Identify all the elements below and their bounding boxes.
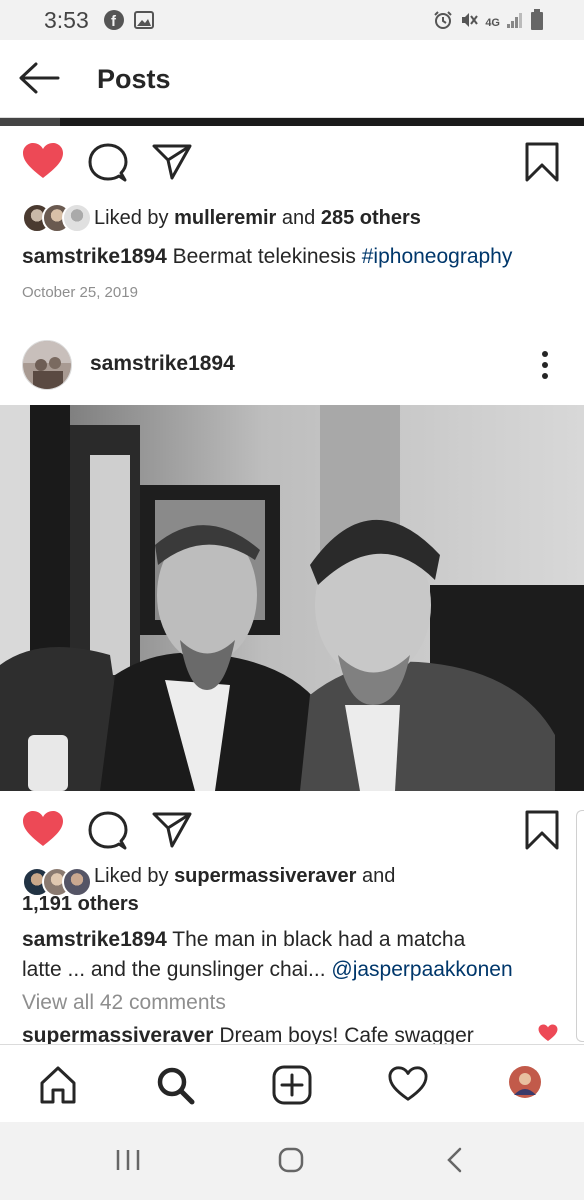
post2-action-row (0, 806, 584, 860)
recent-apps-button[interactable] (114, 1146, 142, 1179)
comment-username[interactable]: supermassiveraver (22, 1024, 213, 1044)
caption-username[interactable]: samstrike1894 (22, 928, 167, 951)
save-button[interactable] (524, 810, 560, 855)
add-post-icon (272, 1065, 312, 1105)
avatar[interactable] (22, 340, 72, 390)
heart-filled-icon (23, 143, 63, 178)
comment-icon (88, 811, 128, 850)
share-button[interactable] (152, 143, 192, 186)
system-nav-bar (0, 1122, 584, 1200)
caption-text: The man in black had a matcha (172, 928, 466, 951)
like-button[interactable] (22, 810, 64, 853)
back-arrow-icon (19, 62, 60, 94)
facebook-icon: f (104, 10, 124, 35)
view-all-comments-link[interactable]: View all 42 comments (22, 991, 226, 1015)
post1-action-row (0, 138, 584, 192)
previous-post-image (0, 118, 584, 126)
caption-username[interactable]: samstrike1894 (22, 245, 167, 268)
post2-header: samstrike1894 (0, 336, 584, 394)
avatar (62, 203, 92, 233)
direct-share-icon (152, 144, 192, 180)
liked-by-others[interactable]: 1,191 others (22, 893, 139, 915)
nav-activity[interactable] (388, 1065, 428, 1105)
back-system-button[interactable] (444, 1146, 466, 1179)
comment-text: Dream boys! Cafe swagger (219, 1024, 474, 1044)
liked-by-and: and (361, 865, 396, 887)
heart-filled-icon (538, 1024, 558, 1042)
recent-apps-icon (116, 1150, 140, 1170)
caption-hashtag[interactable]: #iphoneography (362, 245, 513, 268)
4g-lte-icon: 4G (485, 16, 500, 29)
more-vertical-icon (542, 351, 548, 379)
like-button[interactable] (22, 142, 64, 185)
caption-mention[interactable]: @jasperpaakkonen (331, 958, 512, 981)
nav-home[interactable] (38, 1065, 78, 1105)
liked-by-user[interactable]: supermassiveraver (174, 865, 356, 887)
post-photo[interactable] (0, 405, 584, 791)
comment-preview: supermassiveraver Dream boys! Cafe swagg… (22, 1024, 562, 1044)
post2-caption: samstrike1894 The man in black had a mat… (22, 925, 562, 985)
profile-avatar (509, 1066, 541, 1098)
activity-heart-icon (388, 1066, 428, 1101)
back-button[interactable] (18, 62, 60, 94)
nav-new-post[interactable] (272, 1065, 312, 1105)
post1-likes[interactable]: Liked by mulleremir and 285 others (22, 203, 421, 233)
app-header: Posts (0, 40, 584, 118)
nav-search[interactable] (155, 1065, 195, 1105)
save-button[interactable] (524, 142, 560, 187)
liked-by-label: Liked by (94, 865, 169, 887)
back-chevron-icon (447, 1147, 462, 1173)
home-icon (40, 1066, 76, 1104)
comment-icon (88, 143, 128, 182)
mute-icon (459, 10, 479, 35)
more-options-button[interactable] (536, 348, 554, 382)
post-date: October 25, 2019 (22, 284, 138, 301)
page-title: Posts (97, 64, 171, 94)
direct-share-icon (152, 812, 192, 848)
post-username[interactable]: samstrike1894 (90, 352, 235, 376)
share-button[interactable] (152, 811, 192, 854)
heart-filled-icon (23, 811, 63, 846)
bookmark-icon (525, 142, 559, 182)
post1-caption: samstrike1894 Beermat telekinesis #iphon… (22, 242, 562, 272)
bookmark-icon (525, 810, 559, 850)
status-bar: 3:53 f 4G (0, 0, 584, 40)
home-system-button[interactable] (277, 1146, 305, 1179)
signal-icon (506, 11, 524, 34)
caption-text-continued: latte ... and the gunslinger chai... (22, 958, 326, 981)
nav-profile[interactable] (508, 1065, 548, 1105)
battery-icon (530, 9, 544, 36)
caption-text: Beermat telekinesis (172, 245, 356, 268)
home-system-icon (278, 1147, 304, 1173)
search-icon (157, 1067, 195, 1105)
image-icon (134, 10, 154, 35)
status-time: 3:53 (44, 7, 89, 33)
liker-avatars (22, 203, 92, 233)
comment-button[interactable] (88, 811, 128, 856)
bottom-nav (0, 1044, 584, 1122)
liked-by-label: Liked by (94, 206, 169, 229)
liked-by-and: and (281, 206, 316, 229)
liked-by-user[interactable]: mulleremir (174, 207, 276, 229)
comment-button[interactable] (88, 143, 128, 188)
liked-by-others[interactable]: 285 others (321, 207, 421, 229)
scroll-indicator (576, 810, 584, 1042)
alarm-icon (433, 10, 453, 35)
